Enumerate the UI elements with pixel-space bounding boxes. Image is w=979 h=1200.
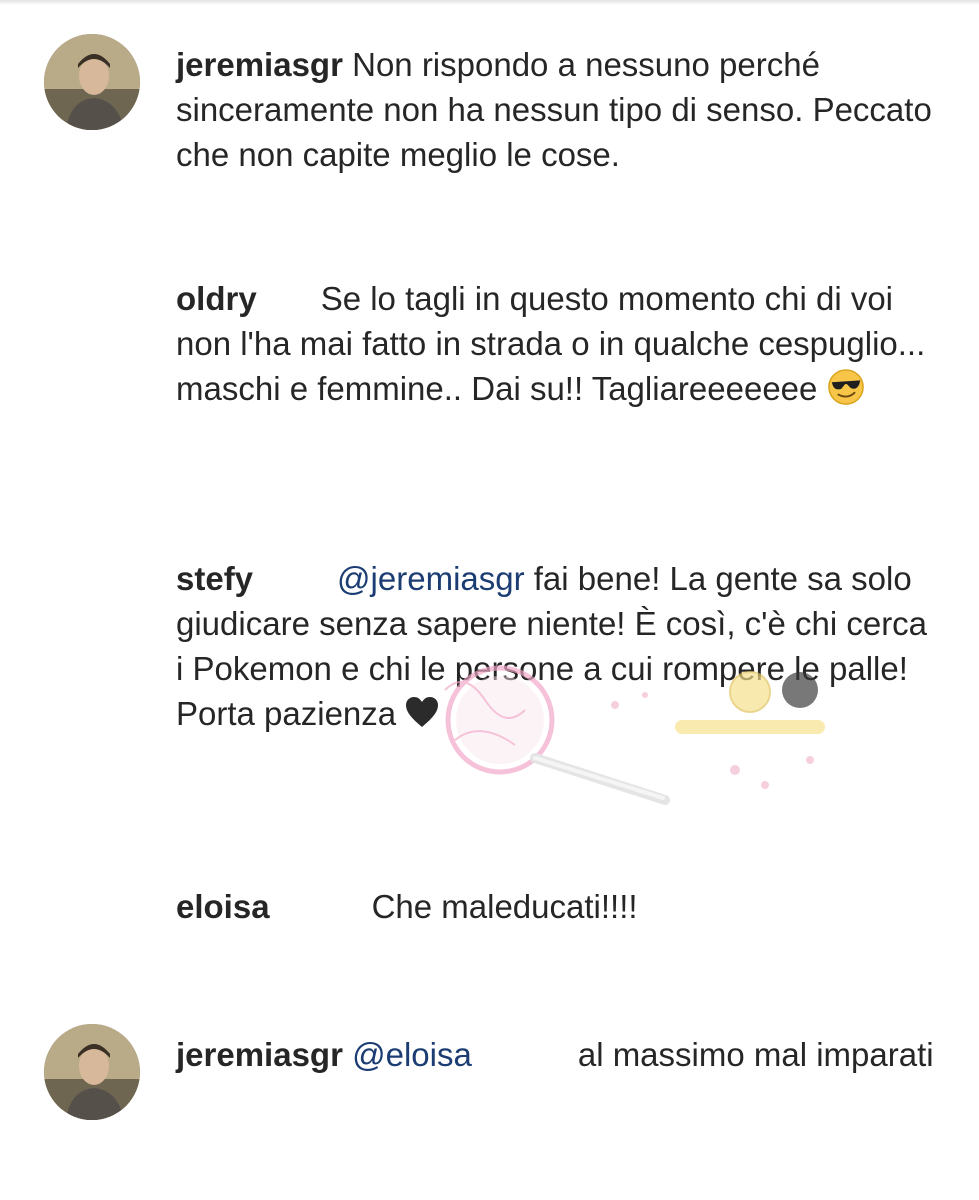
avatar[interactable] (44, 34, 140, 130)
sunglasses-face-icon (828, 369, 865, 405)
comment-text: eloisa Che maleducati!!!! (176, 884, 936, 929)
comment-username[interactable]: stefy (176, 560, 253, 597)
top-divider (0, 0, 979, 5)
avatar-photo-icon (44, 34, 140, 130)
comment-body: Se lo tagli in questo momento chi di voi… (176, 280, 926, 407)
comment-text: oldry Se lo tagli in questo momento chi d… (176, 276, 936, 411)
comment-username[interactable]: oldry (176, 280, 257, 317)
comment-text: stefy @jeremiasgr fai bene! La gente sa s… (176, 556, 936, 736)
comment-mention[interactable]: @jeremiasgr (337, 560, 525, 597)
comment-mention[interactable]: @eloisa (352, 1036, 472, 1073)
comment-username[interactable]: jeremiasgr (176, 46, 343, 83)
avatar-photo-icon (44, 1024, 140, 1120)
comment-body: fai bene! La gente sa solo giudicare sen… (176, 560, 928, 732)
comment-text: jeremiasgr @eloisa al massimo mal imparat… (176, 1032, 936, 1077)
comment-username[interactable]: eloisa (176, 888, 270, 925)
avatar[interactable] (44, 1024, 140, 1120)
comment-body: Che maleducati!!!! (371, 888, 638, 925)
comment-text: jeremiasgr Non rispondo a nessuno perché… (176, 42, 936, 177)
comment-username[interactable]: jeremiasgr (176, 1036, 343, 1073)
black-heart-icon (406, 697, 439, 727)
comment-body: al massimo mal imparati (577, 1036, 934, 1073)
